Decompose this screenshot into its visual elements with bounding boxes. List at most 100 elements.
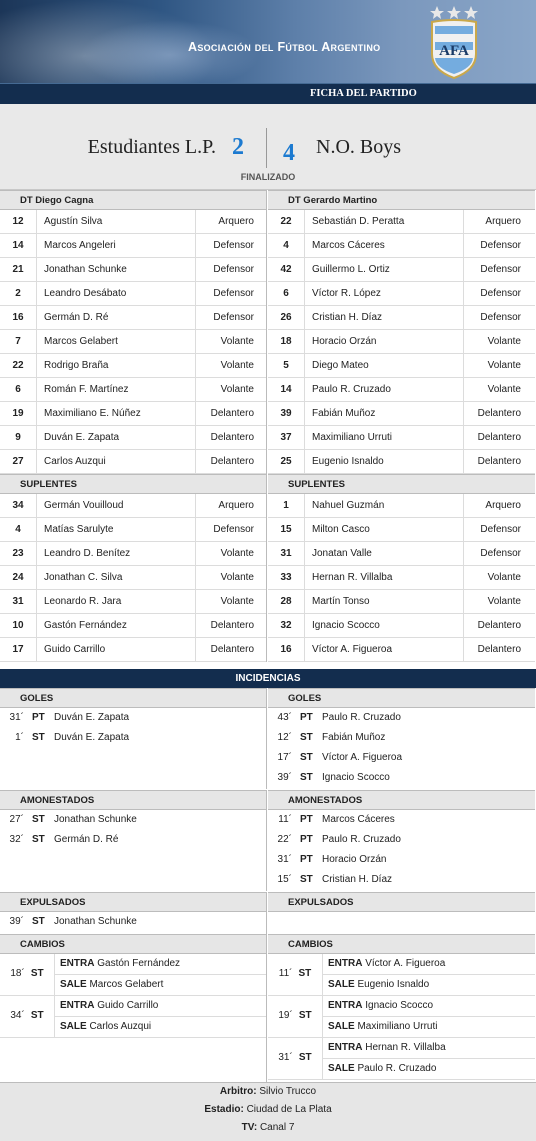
player-name[interactable]: Matías Sarulyte (44, 524, 113, 535)
player-number: 33 (280, 572, 292, 583)
player-name[interactable]: Jonathan C. Silva (44, 572, 122, 583)
column-divider (195, 210, 196, 233)
player-name[interactable]: Leandro Desábato (44, 288, 126, 299)
substitution-row: 19´ ST ENTRA Ignacio Scocco SALE Maximilian… (268, 996, 535, 1038)
home-expelled-list: 39´ ST Jonathan Schunke (0, 912, 266, 932)
incidence-row: 31´ PT Horacio Orzán (268, 850, 535, 870)
substitution-out-player[interactable]: Eugenio Isnaldo (357, 979, 429, 990)
incidence-player[interactable]: Horacio Orzán (322, 854, 386, 865)
player-name[interactable]: Sebastián D. Peratta (312, 216, 404, 227)
player-name[interactable]: Diego Mateo (312, 360, 369, 371)
player-row: 27 Carlos Auzqui Delantero (0, 450, 266, 474)
substitution-out-player[interactable]: Marcos Gelabert (89, 979, 163, 990)
column-divider (304, 614, 305, 637)
player-name[interactable]: Marcos Angeleri (44, 240, 116, 251)
player-name[interactable]: Cristian H. Díaz (312, 312, 382, 323)
away-changes-list: 11´ ST ENTRA Víctor A. Figueroa SALE Eugeni… (268, 954, 535, 1080)
substitution-in-player[interactable]: Hernan R. Villalba (365, 1042, 445, 1053)
player-position: Volante (220, 596, 254, 607)
player-name[interactable]: Jonathan Schunke (44, 264, 127, 275)
player-position: Delantero (210, 432, 254, 443)
substitution-out-player[interactable]: Paulo R. Cruzado (357, 1063, 436, 1074)
substitution-out-player[interactable]: Carlos Auzqui (89, 1021, 151, 1032)
player-name[interactable]: Guido Carrillo (44, 644, 105, 655)
incidence-player[interactable]: Ignacio Scocco (322, 772, 390, 783)
incidence-player[interactable]: Cristian H. Díaz (322, 874, 392, 885)
substitution-in-player[interactable]: Guido Carrillo (97, 1000, 158, 1011)
substitution-row: 34´ ST ENTRA Guido Carrillo SALE Carlos Auz… (0, 996, 266, 1038)
player-row: 9 Duván E. Zapata Delantero (0, 426, 266, 450)
player-row: 26 Cristian H. Díaz Defensor (268, 306, 535, 330)
substitution-out-player[interactable]: Maximiliano Urruti (357, 1021, 437, 1032)
player-name[interactable]: Agustín Silva (44, 216, 102, 227)
substitution-minute: 18´ (10, 968, 25, 979)
player-position: Defensor (480, 548, 521, 559)
away-goals-block: GOLES 43´ PT Paulo R. Cruzado 12´ ST Fabián M… (268, 688, 535, 789)
player-position: Delantero (477, 456, 521, 467)
player-row: 6 Román F. Martínez Volante (0, 378, 266, 402)
substitution-in-player[interactable]: Víctor A. Figueroa (365, 958, 445, 969)
player-name[interactable]: Hernan R. Villalba (312, 572, 392, 583)
player-name[interactable]: Jonatan Valle (312, 548, 372, 559)
player-name[interactable]: Marcos Cáceres (312, 240, 385, 251)
column-divider (36, 306, 37, 329)
incidence-player[interactable]: Duván E. Zapata (54, 712, 129, 723)
player-number: 34 (12, 500, 24, 511)
player-name[interactable]: Gastón Fernández (44, 620, 127, 631)
incidence-player[interactable]: Paulo R. Cruzado (322, 834, 401, 845)
column-divider (463, 426, 464, 449)
player-row: 24 Jonathan C. Silva Volante (0, 566, 266, 590)
player-name[interactable]: Leandro D. Benítez (44, 548, 130, 559)
incidence-minute: 17´ (277, 752, 292, 763)
incidence-player[interactable]: Marcos Cáceres (322, 814, 395, 825)
player-name[interactable]: Eugenio Isnaldo (312, 456, 384, 467)
column-divider (36, 614, 37, 637)
player-name[interactable]: Carlos Auzqui (44, 456, 106, 467)
column-divider (304, 638, 305, 661)
player-number: 5 (283, 360, 289, 371)
column-divider (195, 258, 196, 281)
player-number: 42 (280, 264, 292, 275)
player-name[interactable]: Rodrigo Braña (44, 360, 108, 371)
column-divider (304, 378, 305, 401)
substitution-time: 18´ ST (0, 968, 54, 979)
scoreboard: Estudiantes L.P. 2 4 N.O. Boys FINALIZAD… (0, 104, 536, 190)
player-name[interactable]: Germán Vouilloud (44, 500, 124, 511)
player-name[interactable]: Víctor A. Figueroa (312, 644, 392, 655)
player-name[interactable]: Horacio Orzán (312, 336, 376, 347)
substitution-in-player[interactable]: Gastón Fernández (97, 958, 180, 969)
away-team-name[interactable]: N.O. Boys (316, 136, 401, 159)
incidence-player[interactable]: Víctor A. Figueroa (322, 752, 402, 763)
substitution-time: 34´ ST (0, 1010, 54, 1021)
column-divider (195, 614, 196, 637)
incidence-player[interactable]: Fabián Muñoz (322, 732, 385, 743)
player-name[interactable]: Marcos Gelabert (44, 336, 118, 347)
player-name[interactable]: Maximiliano E. Núñez (44, 408, 141, 419)
player-name[interactable]: Duván E. Zapata (44, 432, 119, 443)
player-name[interactable]: Guillermo L. Ortiz (312, 264, 390, 275)
player-name[interactable]: Germán D. Ré (44, 312, 108, 323)
home-coach: DT Diego Cagna (0, 190, 266, 210)
player-name[interactable]: Paulo R. Cruzado (312, 384, 391, 395)
player-name[interactable]: Milton Casco (312, 524, 370, 535)
incidence-player[interactable]: Duván E. Zapata (54, 732, 129, 743)
incidence-player[interactable]: Paulo R. Cruzado (322, 712, 401, 723)
incidence-player[interactable]: Jonathan Schunke (54, 814, 137, 825)
incidence-player[interactable]: Jonathan Schunke (54, 916, 137, 927)
incidence-period: ST (300, 732, 313, 743)
column-divider (36, 494, 37, 517)
home-team-name[interactable]: Estudiantes L.P. (88, 136, 216, 159)
away-cards-header: AMONESTADOS (268, 790, 535, 810)
player-name[interactable]: Román F. Martínez (44, 384, 128, 395)
incidence-player[interactable]: Germán D. Ré (54, 834, 118, 845)
player-name[interactable]: Leonardo R. Jara (44, 596, 121, 607)
player-name[interactable]: Ignacio Scocco (312, 620, 380, 631)
player-name[interactable]: Víctor R. López (312, 288, 381, 299)
row-divider (322, 1016, 535, 1017)
player-name[interactable]: Fabián Muñoz (312, 408, 375, 419)
substitution-in-player[interactable]: Ignacio Scocco (365, 1000, 433, 1011)
incidence-minute: 32´ (9, 834, 24, 845)
player-name[interactable]: Nahuel Guzmán (312, 500, 384, 511)
player-name[interactable]: Martín Tonso (312, 596, 370, 607)
player-name[interactable]: Maximiliano Urruti (312, 432, 392, 443)
